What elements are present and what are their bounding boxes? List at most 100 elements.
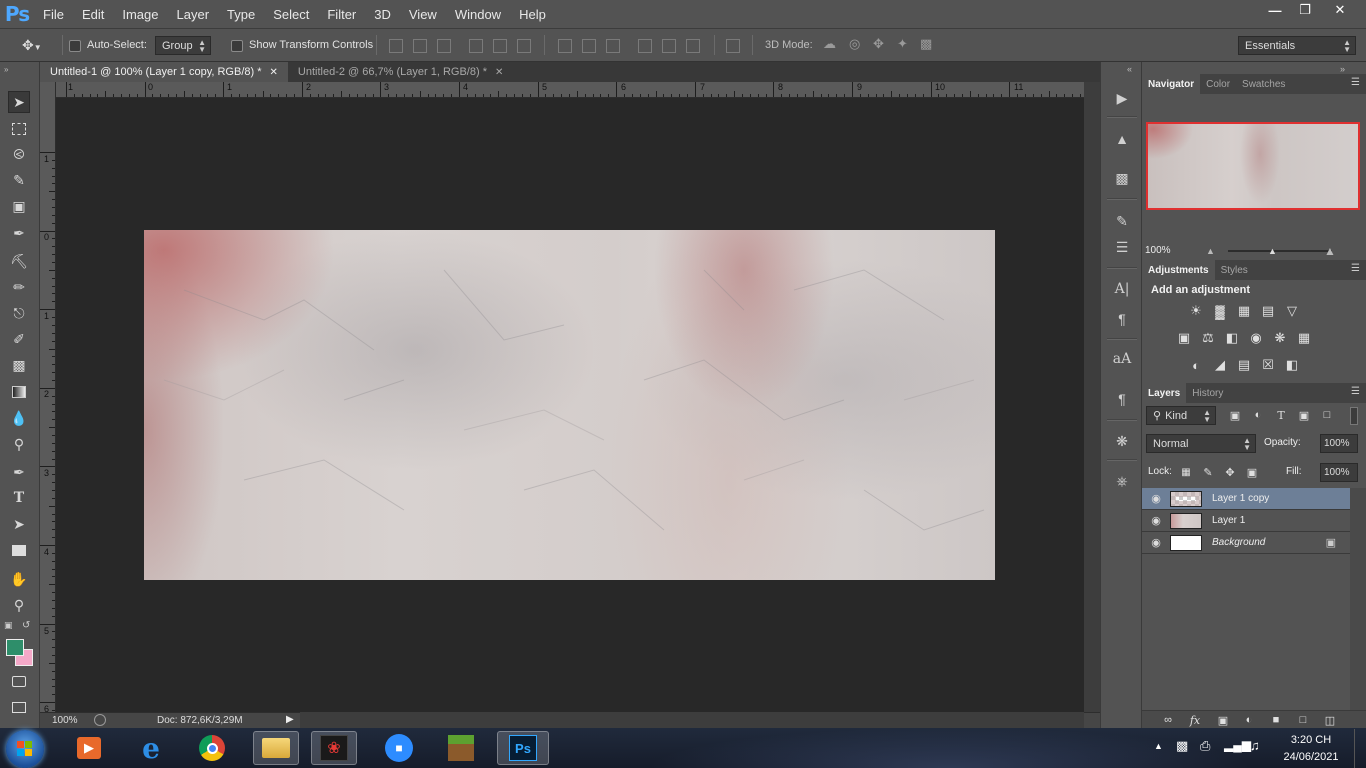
hand-tool-icon[interactable]: ✋ bbox=[8, 568, 30, 590]
eraser-tool-icon[interactable]: ▩ bbox=[8, 354, 30, 376]
swap-colors-icon[interactable]: ↺ bbox=[22, 620, 30, 631]
align-right-icon[interactable] bbox=[517, 39, 531, 53]
distribute-vcenter-icon[interactable] bbox=[582, 39, 596, 53]
brush-presets-icon[interactable]: ✎ bbox=[1111, 210, 1133, 232]
printer-icon[interactable]: ⎙ bbox=[1200, 738, 1210, 754]
channel-mixer-icon[interactable]: ❋ bbox=[1271, 330, 1289, 346]
quick-mask-icon[interactable] bbox=[8, 670, 30, 692]
eye-icon[interactable]: ◉ bbox=[1142, 514, 1170, 527]
layers-scrollbar[interactable] bbox=[1350, 488, 1366, 710]
panel-menu-icon[interactable]: ☰ bbox=[1351, 386, 1360, 397]
status-menu-arrow-icon[interactable]: ▶ bbox=[286, 714, 294, 725]
vertical-ruler[interactable]: 1 0 1 2 3 4 5 6 bbox=[40, 82, 56, 712]
hue-saturation-icon[interactable]: ▣ bbox=[1175, 330, 1193, 346]
3d-roll-icon[interactable]: ◎ bbox=[849, 36, 860, 52]
zoom-app-icon[interactable]: ■ bbox=[376, 731, 422, 765]
curves-icon[interactable]: ▦ bbox=[1235, 303, 1253, 319]
eye-icon[interactable]: ◉ bbox=[1142, 492, 1170, 505]
trash-icon[interactable]: ◫ bbox=[1321, 712, 1339, 728]
distribute-right-icon[interactable] bbox=[686, 39, 700, 53]
signal-icon[interactable]: ▂▄▆ bbox=[1224, 738, 1251, 752]
exposure-icon[interactable]: ▤ bbox=[1259, 303, 1277, 319]
layer-name[interactable]: Background bbox=[1212, 537, 1265, 548]
collapse-arrows-icon[interactable]: » bbox=[1340, 64, 1345, 74]
navigator-preview[interactable] bbox=[1146, 122, 1360, 210]
fill-input[interactable]: 100% bbox=[1320, 463, 1358, 482]
timeline-icon[interactable]: ⎈ bbox=[1111, 470, 1133, 492]
minecraft-icon[interactable] bbox=[438, 731, 484, 765]
photoshop-taskbar-icon[interactable]: Ps bbox=[497, 731, 549, 765]
adjustment-layer-icon[interactable]: ◐ bbox=[1240, 712, 1258, 728]
paragraph-panel-icon[interactable]: ¶ bbox=[1111, 308, 1133, 330]
move-tool-preset-icon[interactable]: ✥▼ bbox=[22, 37, 42, 54]
restore-button[interactable]: ❐ bbox=[1288, 0, 1322, 20]
start-orb-icon[interactable] bbox=[6, 730, 44, 768]
lock-all-icon[interactable]: ▣ bbox=[1243, 464, 1261, 480]
menu-select[interactable]: Select bbox=[264, 0, 318, 28]
opacity-input[interactable]: 100% bbox=[1320, 434, 1358, 453]
document-canvas[interactable] bbox=[144, 230, 995, 580]
type-tool-icon[interactable]: T bbox=[8, 487, 30, 509]
tab-layers[interactable]: Layers bbox=[1142, 383, 1187, 403]
3d-orbit-icon[interactable]: ☁ bbox=[823, 36, 836, 52]
black-white-icon[interactable]: ◧ bbox=[1223, 330, 1241, 346]
distribute-hcenter-icon[interactable] bbox=[662, 39, 676, 53]
navigator-zoom-value[interactable]: 100% bbox=[1145, 245, 1171, 256]
blend-mode-dropdown[interactable]: Normal ▲ ▼ bbox=[1146, 434, 1256, 453]
network-error-icon[interactable]: ▩ bbox=[1176, 738, 1188, 754]
tab-navigator[interactable]: Navigator bbox=[1142, 74, 1201, 94]
layer-row-layer-1[interactable]: ◉ Layer 1 bbox=[1142, 510, 1350, 532]
fx-icon[interactable]: fx bbox=[1186, 712, 1204, 728]
menu-view[interactable]: View bbox=[400, 0, 446, 28]
distribute-top-icon[interactable] bbox=[558, 39, 572, 53]
close-tab-icon[interactable]: ✕ bbox=[270, 67, 278, 78]
align-top-icon[interactable] bbox=[389, 39, 403, 53]
distribute-bottom-icon[interactable] bbox=[606, 39, 620, 53]
collapse-arrows-icon[interactable]: » bbox=[4, 65, 8, 74]
new-layer-icon[interactable]: □ bbox=[1294, 712, 1312, 728]
invert-icon[interactable]: ◐ bbox=[1187, 357, 1205, 373]
mask-icon[interactable]: ▣ bbox=[1214, 712, 1232, 728]
menu-help[interactable]: Help bbox=[510, 0, 555, 28]
lock-pixels-icon[interactable]: ✎ bbox=[1199, 464, 1217, 480]
align-left-icon[interactable] bbox=[469, 39, 483, 53]
lasso-tool-icon[interactable]: ⧀ bbox=[8, 143, 30, 165]
rectangle-tool-icon[interactable] bbox=[8, 539, 30, 561]
align-bottom-icon[interactable] bbox=[437, 39, 451, 53]
3d-slide-icon[interactable]: ✦ bbox=[897, 36, 908, 52]
brush-panel-icon[interactable]: ☰ bbox=[1111, 236, 1133, 258]
foreground-color-swatch[interactable] bbox=[6, 639, 24, 656]
filter-type-icon[interactable]: T bbox=[1272, 407, 1290, 423]
history-brush-tool-icon[interactable]: ✐ bbox=[8, 328, 30, 350]
marquee-tool-icon[interactable] bbox=[8, 118, 30, 140]
color-balance-icon[interactable]: ⚖ bbox=[1199, 330, 1217, 346]
filter-toggle[interactable] bbox=[1350, 407, 1358, 425]
zoom-slider-track[interactable] bbox=[1228, 250, 1332, 252]
internet-explorer-icon[interactable]: e bbox=[128, 731, 174, 765]
filter-smart-object-icon[interactable]: □ bbox=[1318, 407, 1336, 423]
menu-edit[interactable]: Edit bbox=[73, 0, 113, 28]
file-explorer-icon[interactable] bbox=[253, 731, 299, 765]
garena-icon[interactable]: ❀ bbox=[311, 731, 357, 765]
layer-row-background[interactable]: ◉ Background ▣ bbox=[1142, 532, 1350, 554]
layer-filter-kind-dropdown[interactable]: ⚲ Kind ▲ ▼ bbox=[1146, 406, 1216, 425]
zoom-in-icon[interactable]: ▲ bbox=[1324, 244, 1336, 258]
3d-scale-icon[interactable]: ▩ bbox=[920, 36, 932, 52]
character-panel-icon[interactable]: A| bbox=[1111, 278, 1133, 300]
move-tool-icon[interactable]: ➤ bbox=[8, 91, 30, 113]
lock-position-icon[interactable]: ✥ bbox=[1221, 464, 1239, 480]
brush-tool-icon[interactable]: ✏ bbox=[8, 276, 30, 298]
menu-window[interactable]: Window bbox=[446, 0, 510, 28]
tab-history[interactable]: History bbox=[1186, 383, 1229, 403]
gradient-map-icon[interactable]: ◧ bbox=[1283, 357, 1301, 373]
vertical-scrollbar[interactable] bbox=[1084, 82, 1100, 712]
align-vcenter-icon[interactable] bbox=[413, 39, 427, 53]
close-tab-icon[interactable]: ✕ bbox=[495, 67, 503, 78]
auto-align-icon[interactable] bbox=[726, 39, 740, 53]
tab-untitled-2[interactable]: Untitled-2 @ 66,7% (Layer 1, RGB/8) * ✕ bbox=[288, 62, 513, 82]
show-desktop-button[interactable] bbox=[1354, 729, 1366, 768]
histogram-icon[interactable]: ▲ bbox=[1111, 128, 1133, 150]
zoom-out-icon[interactable]: ▲ bbox=[1206, 246, 1215, 256]
link-icon[interactable]: ∞ bbox=[1159, 712, 1177, 728]
zoom-level[interactable]: 100% bbox=[52, 715, 78, 726]
